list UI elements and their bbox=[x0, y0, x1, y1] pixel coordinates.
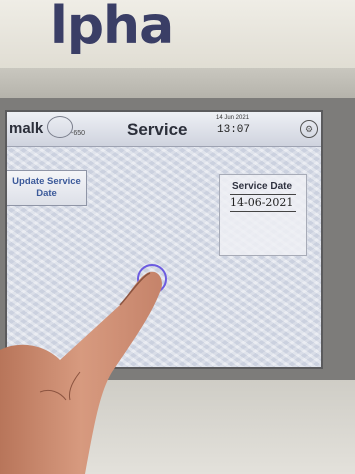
pointing-finger bbox=[0, 271, 162, 474]
